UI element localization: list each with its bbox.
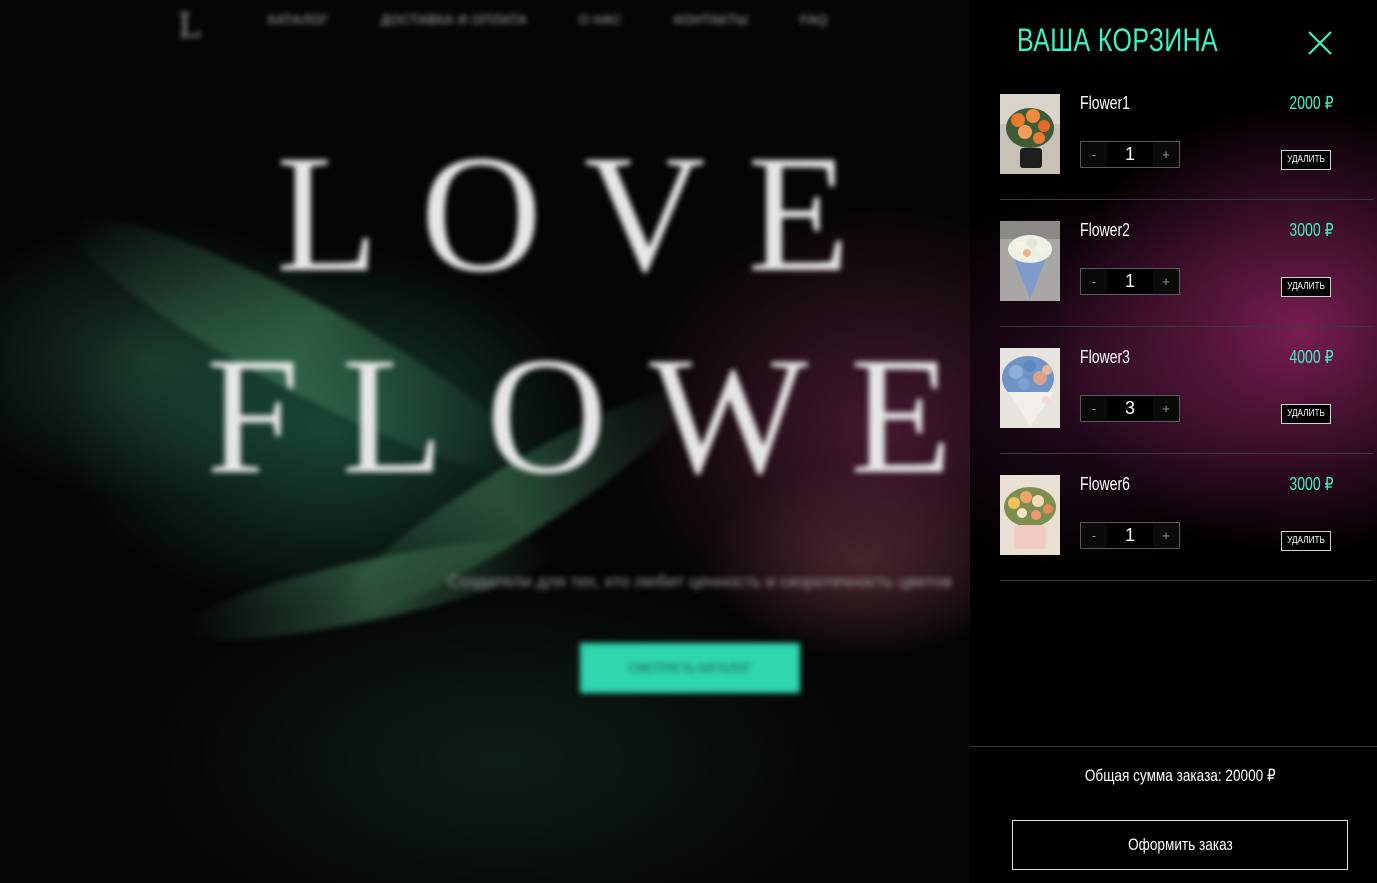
remove-item-label: УДАЛИТЬ	[1287, 154, 1325, 165]
remove-item-label: УДАЛИТЬ	[1287, 281, 1325, 292]
quantity-value[interactable]: 1	[1107, 269, 1153, 294]
product-thumbnail[interactable]	[1000, 221, 1060, 301]
quantity-stepper: - 3 +	[1080, 395, 1180, 422]
nav-item-faq[interactable]: faq	[800, 10, 828, 30]
cart-items-list: Flower1 2000 ₽ - 1 + УДАЛИТЬ Flower2 300…	[1000, 73, 1373, 581]
order-total-text: Общая сумма заказа: 20000 ₽	[1084, 766, 1276, 785]
remove-item-button[interactable]: УДАЛИТЬ	[1281, 150, 1331, 170]
remove-item-button[interactable]: УДАЛИТЬ	[1281, 531, 1331, 551]
catalog-cta-button[interactable]: смотреть каталог	[580, 643, 800, 693]
remove-item-button[interactable]: УДАЛИТЬ	[1281, 404, 1331, 424]
checkout-button-label: Оформить заказ	[1127, 835, 1233, 854]
product-thumbnail[interactable]	[1000, 94, 1060, 174]
order-total: Общая сумма заказа: 20000 ₽	[970, 765, 1377, 787]
product-price: 4000 ₽	[1288, 347, 1333, 367]
close-cart-button[interactable]	[1305, 28, 1335, 58]
cart-footer: Общая сумма заказа: 20000 ₽ Оформить зак…	[970, 746, 1377, 883]
product-name: Flower6	[1080, 474, 1130, 494]
quantity-stepper: - 1 +	[1080, 141, 1180, 168]
product-price: 2000 ₽	[1288, 93, 1333, 113]
hero-title-line-1: LOVE	[276, 121, 892, 307]
product-name: Flower1	[1080, 93, 1130, 113]
site-nav: каталог доставка и оплата о нас контакты…	[268, 10, 828, 30]
cart-item: Flower1 2000 ₽ - 1 + УДАЛИТЬ	[1000, 73, 1373, 200]
close-icon	[1308, 31, 1332, 55]
nav-item-delivery[interactable]: доставка и оплата	[381, 10, 527, 30]
product-price: 3000 ₽	[1288, 474, 1333, 494]
remove-item-label: УДАЛИТЬ	[1287, 408, 1325, 419]
increase-quantity-button[interactable]: +	[1153, 269, 1179, 294]
cart-item: Flower2 3000 ₽ - 1 + УДАЛИТЬ	[1000, 200, 1373, 327]
site-logo[interactable]: L	[178, 4, 206, 48]
product-thumbnail[interactable]	[1000, 475, 1060, 555]
hero-subtitle: Создатели для тех, кто любит ценность и …	[448, 572, 952, 591]
hero-title-line-2: FLOWE	[206, 323, 995, 509]
quantity-stepper: - 1 +	[1080, 522, 1180, 549]
quantity-value[interactable]: 1	[1107, 523, 1153, 548]
decrease-quantity-button[interactable]: -	[1081, 269, 1107, 294]
decrease-quantity-button[interactable]: -	[1081, 396, 1107, 421]
increase-quantity-button[interactable]: +	[1153, 523, 1179, 548]
checkout-button[interactable]: Оформить заказ	[1012, 820, 1348, 870]
product-name: Flower2	[1080, 220, 1130, 240]
cart-title: ВАША КОРЗИНА	[1017, 22, 1219, 58]
product-thumbnail[interactable]	[1000, 348, 1060, 428]
decrease-quantity-button[interactable]: -	[1081, 142, 1107, 167]
product-name: Flower3	[1080, 347, 1130, 367]
nav-item-about[interactable]: о нас	[579, 10, 622, 30]
nav-item-catalog[interactable]: каталог	[268, 10, 329, 30]
decrease-quantity-button[interactable]: -	[1081, 523, 1107, 548]
product-price: 3000 ₽	[1288, 220, 1333, 240]
remove-item-button[interactable]: УДАЛИТЬ	[1281, 277, 1331, 297]
cart-item: Flower3 4000 ₽ - 3 + УДАЛИТЬ	[1000, 327, 1373, 454]
increase-quantity-button[interactable]: +	[1153, 396, 1179, 421]
cart-panel: ВАША КОРЗИНА Flower1 2000 ₽ - 1 + УДАЛИТ…	[970, 0, 1377, 883]
quantity-value[interactable]: 1	[1107, 142, 1153, 167]
nav-item-contacts[interactable]: контакты	[674, 10, 748, 30]
increase-quantity-button[interactable]: +	[1153, 142, 1179, 167]
quantity-value[interactable]: 3	[1107, 396, 1153, 421]
remove-item-label: УДАЛИТЬ	[1287, 535, 1325, 546]
quantity-stepper: - 1 +	[1080, 268, 1180, 295]
cart-item: Flower6 3000 ₽ - 1 + УДАЛИТЬ	[1000, 454, 1373, 581]
